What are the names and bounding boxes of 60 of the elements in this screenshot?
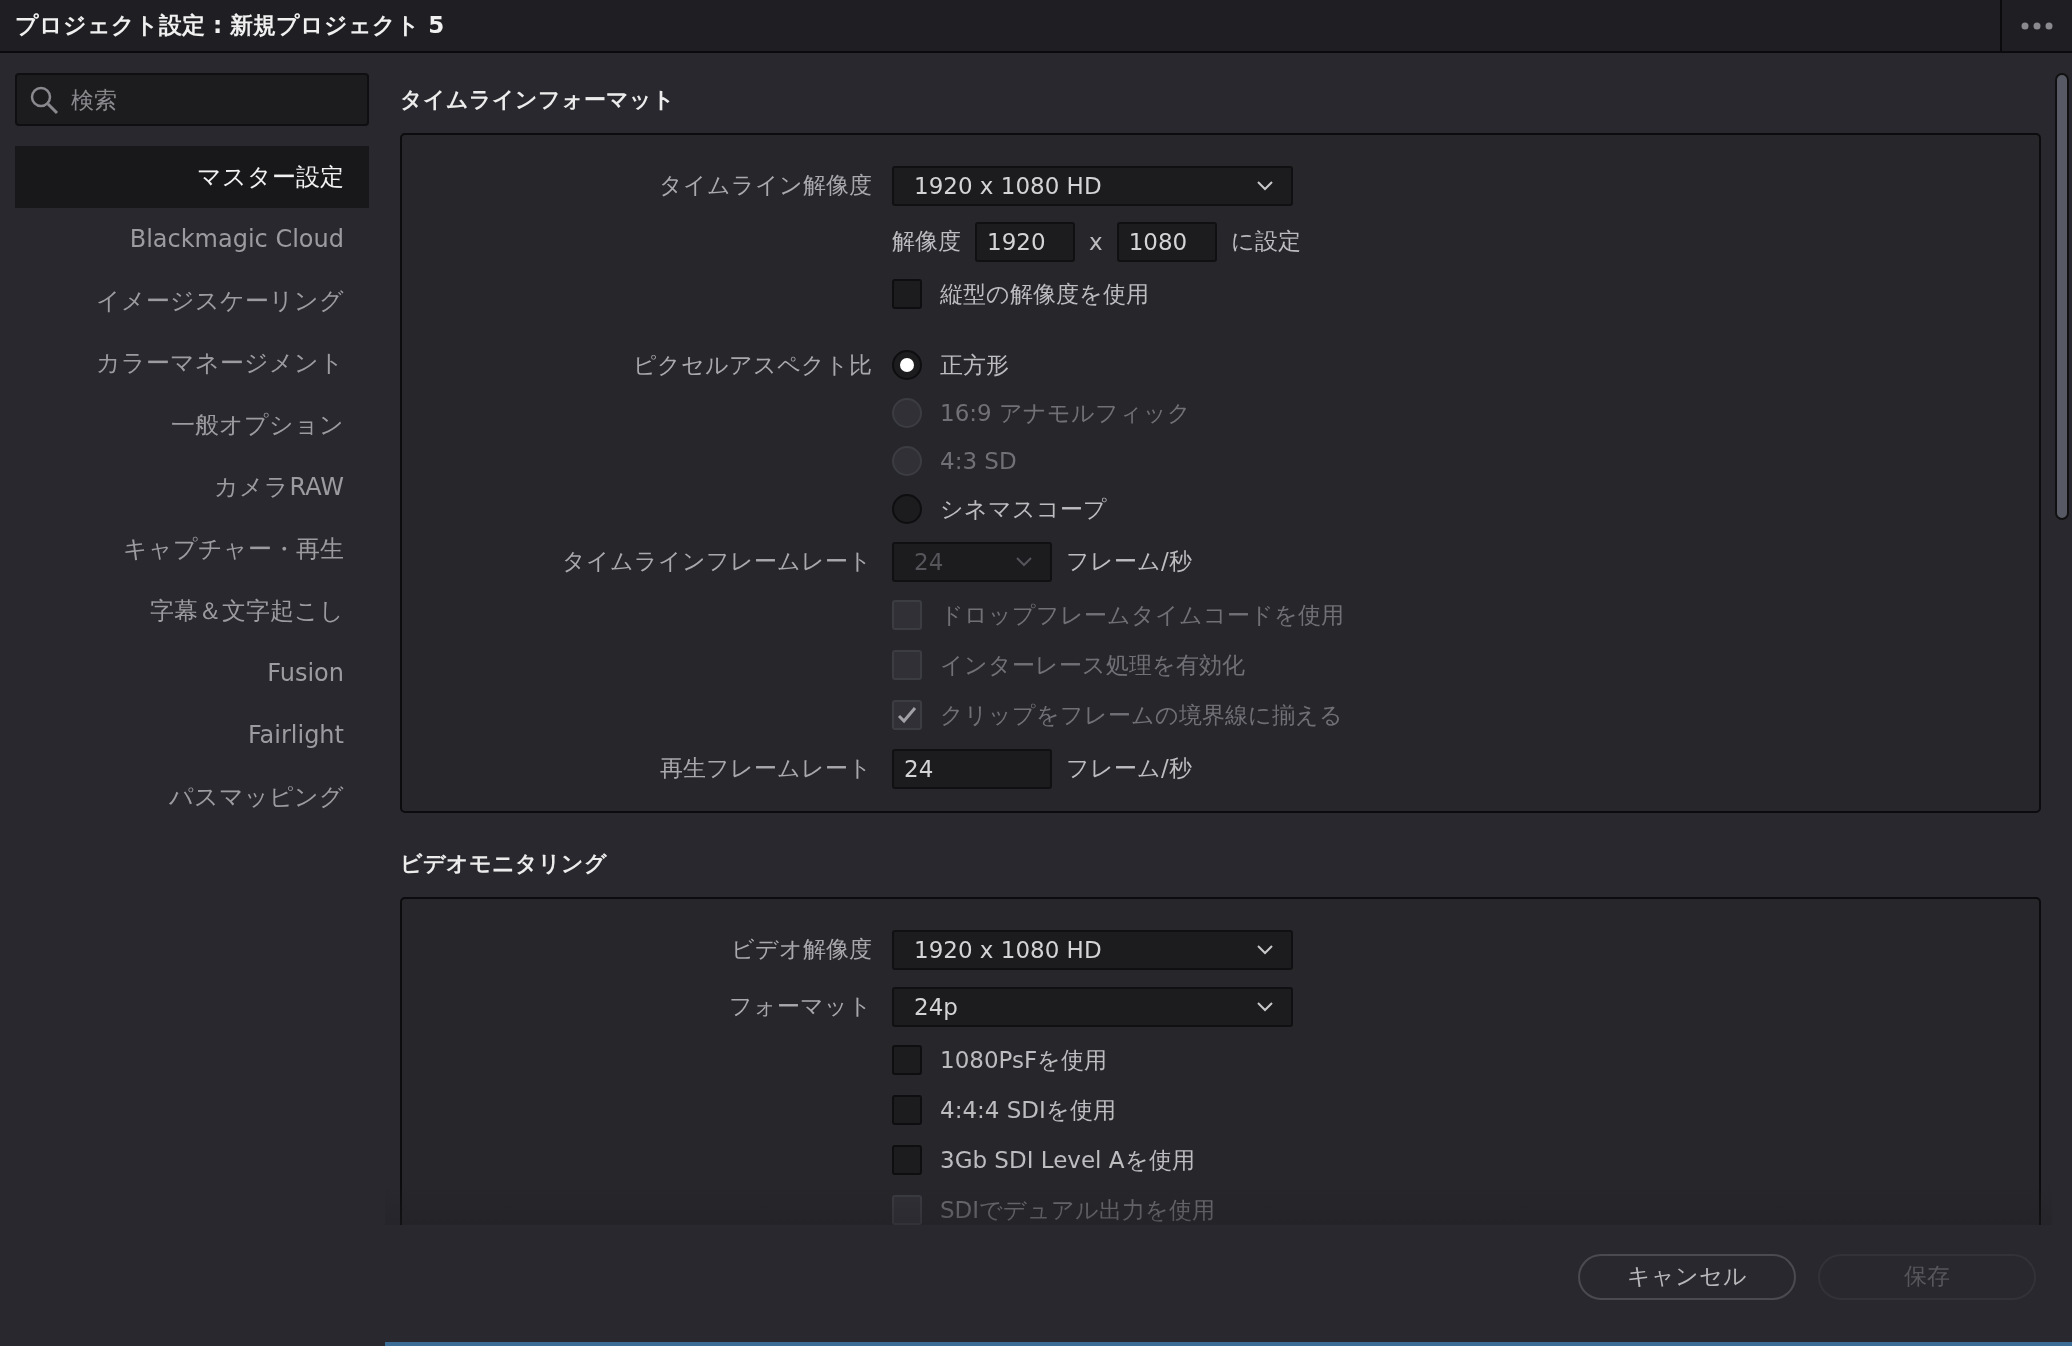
checkmark-icon — [897, 706, 917, 724]
field-label: ピクセルアスペクト比 — [633, 351, 872, 380]
search-icon — [29, 84, 59, 115]
window-title: プロジェクト設定 : 新規プロジェクト 5 — [15, 11, 445, 40]
chevron-down-icon — [1257, 944, 1273, 955]
checkbox-label: クリップをフレームの境界線に揃える — [940, 700, 1343, 730]
sidebar-item[interactable]: カラーマネージメント — [15, 332, 369, 394]
checkbox[interactable] — [892, 279, 922, 309]
height-input[interactable]: 1080 — [1116, 221, 1217, 262]
field-label: タイムラインフレームレート — [562, 547, 872, 576]
checkbox-label: 3Gb SDI Level Aを使用 — [940, 1145, 1195, 1175]
checkbox-label: 縦型の解像度を使用 — [940, 279, 1149, 309]
separator-text: x — [1089, 228, 1103, 255]
section-title: ビデオモニタリング — [400, 850, 608, 878]
checkbox-label: 1080PsFを使用 — [940, 1045, 1108, 1075]
sidebar-item[interactable]: Fusion — [15, 642, 369, 704]
radio-label: 16:9 アナモルフィック — [940, 398, 1191, 428]
radio-label: 4:3 SD — [940, 448, 1017, 474]
sidebar-item[interactable]: キャプチャー・再生 — [15, 518, 369, 580]
field-label: 再生フレームレート — [660, 754, 872, 783]
search-field[interactable]: 検索 — [15, 73, 369, 126]
field-label: フォーマット — [729, 992, 872, 1021]
checkbox-label: 4:4:4 SDIを使用 — [940, 1095, 1116, 1125]
sidebar-item[interactable]: 一般オプション — [15, 394, 369, 456]
checkbox[interactable] — [892, 1095, 922, 1125]
checkbox-label: SDIでデュアル出力を使用 — [940, 1195, 1216, 1225]
section-title: タイムラインフォーマット — [400, 86, 676, 114]
frame-rate-input[interactable]: 24 — [892, 748, 1052, 789]
sidebar-item[interactable]: カメラRAW — [15, 456, 369, 518]
chevron-down-icon — [1257, 180, 1273, 191]
field-label: タイムライン解像度 — [659, 171, 872, 200]
sidebar-item[interactable]: イメージスケーリング — [15, 270, 369, 332]
dropdown[interactable]: 1920 x 1080 HD — [892, 929, 1293, 970]
radio-label: シネマスコープ — [940, 494, 1107, 524]
radio-button[interactable] — [892, 494, 922, 524]
sidebar-item[interactable]: Blackmagic Cloud — [15, 208, 369, 270]
sidebar-item[interactable]: パスマッピング — [15, 766, 369, 828]
checkbox[interactable] — [892, 1045, 922, 1075]
more-icon — [2021, 21, 2053, 30]
radio-button[interactable] — [892, 350, 922, 380]
unit-label: フレーム/秒 — [1066, 754, 1192, 783]
checkbox-label: インターレース処理を有効化 — [940, 650, 1245, 680]
field-label: ビデオ解像度 — [731, 935, 872, 964]
scrollbar-thumb[interactable] — [2055, 73, 2069, 520]
chevron-down-icon — [1016, 556, 1032, 567]
search-input[interactable]: 検索 — [69, 85, 367, 114]
width-input[interactable]: 1920 — [975, 221, 1075, 262]
sidebar-item[interactable]: 字幕＆文字起こし — [15, 580, 369, 642]
field-label: 解像度 — [892, 227, 961, 256]
sidebar-item[interactable]: Fairlight — [15, 704, 369, 766]
cancel-button[interactable]: キャンセル — [1578, 1253, 1796, 1300]
checkbox-label: ドロップフレームタイムコードを使用 — [940, 600, 1344, 630]
checkbox[interactable] — [892, 1145, 922, 1175]
field-label: に設定 — [1230, 227, 1301, 256]
chevron-down-icon — [1257, 1001, 1273, 1012]
dropdown[interactable]: 24p — [892, 986, 1293, 1027]
radio-label: 正方形 — [940, 350, 1009, 380]
dropdown[interactable]: 1920 x 1080 HD — [892, 165, 1293, 206]
unit-label: フレーム/秒 — [1066, 547, 1192, 576]
sidebar-item[interactable]: マスター設定 — [15, 146, 369, 208]
